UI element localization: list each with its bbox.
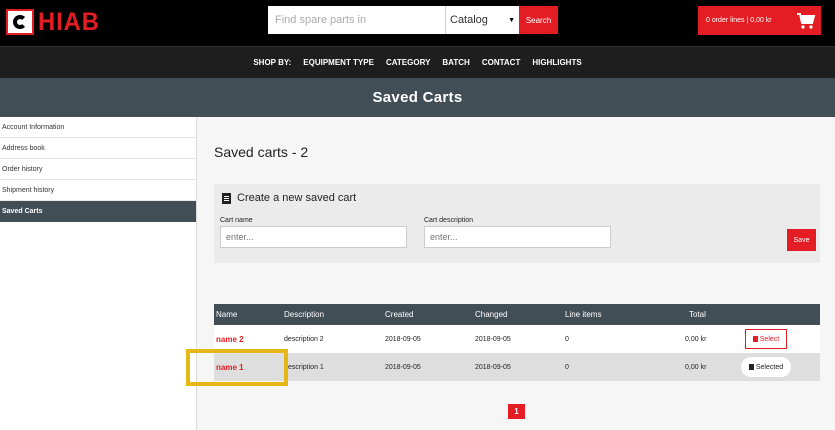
page-title-bar: Saved Carts [0, 78, 835, 117]
document-icon [222, 192, 231, 204]
caret-down-icon: ▼ [508, 16, 515, 24]
nav-highlights[interactable]: HIGHLIGHTS [532, 58, 581, 67]
create-saved-cart-panel: Create a new saved cart Cart name Cart d… [214, 184, 820, 263]
search-input[interactable] [268, 6, 445, 34]
sidebar-item-address-book[interactable]: Address book [0, 138, 196, 159]
cart-changed: 2018-09-05 [475, 363, 511, 371]
nav-shop-by-label: SHOP BY: [253, 58, 292, 67]
search-bar: Catalog ▼ Search [268, 6, 558, 34]
catalog-select[interactable]: Catalog ▼ [445, 6, 519, 34]
column-header-created: Created [385, 310, 414, 319]
selected-cart-button[interactable]: Selected [741, 357, 791, 377]
pagination-page-1[interactable]: 1 [508, 404, 525, 419]
selected-button-label: Selected [755, 363, 784, 371]
cart-button[interactable]: 0 order lines | 0,00 kr [698, 6, 821, 35]
highlight-box [186, 349, 288, 386]
cart-description: description 2 [284, 335, 324, 343]
catalog-select-value: Catalog [450, 14, 488, 26]
create-saved-cart-title: Create a new saved cart [222, 192, 356, 204]
sidebar-item-saved-carts[interactable]: Saved Carts [0, 201, 196, 222]
document-icon [752, 336, 758, 342]
cart-name-link[interactable]: name 2 [216, 335, 244, 344]
cart-name-input[interactable] [220, 226, 407, 248]
top-header: HIAB Catalog ▼ Search 0 order lines | 0,… [0, 0, 835, 46]
table-row: name 1 escription 1 2018-09-05 2018-09-0… [214, 353, 820, 381]
save-button[interactable]: Save [787, 229, 816, 251]
sidebar-item-account-information[interactable]: Account Information [0, 117, 196, 138]
nav-equipment-type[interactable]: EQUIPMENT TYPE [303, 58, 374, 67]
saved-carts-table: Name Description Created Changed Line it… [214, 304, 820, 381]
table-row: name 2 description 2 2018-09-05 2018-09-… [214, 325, 820, 353]
cart-description-label: Cart description [424, 217, 474, 224]
nav-batch[interactable]: BATCH [442, 58, 469, 67]
logo-text: HIAB [38, 8, 100, 36]
nav-contact[interactable]: CONTACT [482, 58, 521, 67]
cart-line-items: 0 [565, 363, 569, 371]
cart-description: escription 1 [288, 363, 324, 371]
cart-icon [791, 6, 821, 35]
create-title-text: Create a new saved cart [237, 192, 357, 204]
hiab-logo[interactable]: HIAB [6, 8, 103, 36]
cart-total: 0,00 kr [685, 363, 707, 371]
main-nav: SHOP BY: EQUIPMENT TYPE CATEGORY BATCH C… [0, 46, 835, 78]
cart-changed: 2018-09-05 [475, 335, 511, 343]
nav-category[interactable]: CATEGORY [386, 58, 430, 67]
column-header-name: Name [216, 310, 238, 319]
column-header-description: Description [284, 310, 325, 319]
page-title: Saved Carts [372, 89, 463, 106]
main-content: Saved carts - 2 Create a new saved cart … [197, 117, 835, 430]
table-header: Name Description Created Changed Line it… [214, 304, 820, 325]
search-button[interactable]: Search [519, 6, 558, 34]
column-header-total: Total [689, 310, 706, 319]
column-header-line-items: Line items [565, 310, 602, 319]
column-header-changed: Changed [475, 310, 508, 319]
sidebar-item-shipment-history[interactable]: Shipment history [0, 180, 196, 201]
select-cart-button[interactable]: Select [745, 329, 787, 349]
sidebar-item-order-history[interactable]: Order history [0, 159, 196, 180]
cart-created: 2018-09-05 [385, 363, 421, 371]
account-sidebar: Account Information Address book Order h… [0, 117, 197, 430]
cart-created: 2018-09-05 [385, 335, 421, 343]
cart-line-items: 0 [565, 335, 569, 343]
cart-name-label: Cart name [220, 217, 253, 224]
hiab-logo-icon [6, 9, 34, 35]
saved-carts-heading: Saved carts - 2 [214, 144, 309, 160]
cart-summary: 0 order lines | 0,00 kr [706, 17, 772, 24]
select-button-label: Select [759, 335, 780, 343]
cart-total: 0,00 kr [685, 335, 707, 343]
cart-description-input[interactable] [424, 226, 611, 248]
document-icon [748, 364, 754, 370]
